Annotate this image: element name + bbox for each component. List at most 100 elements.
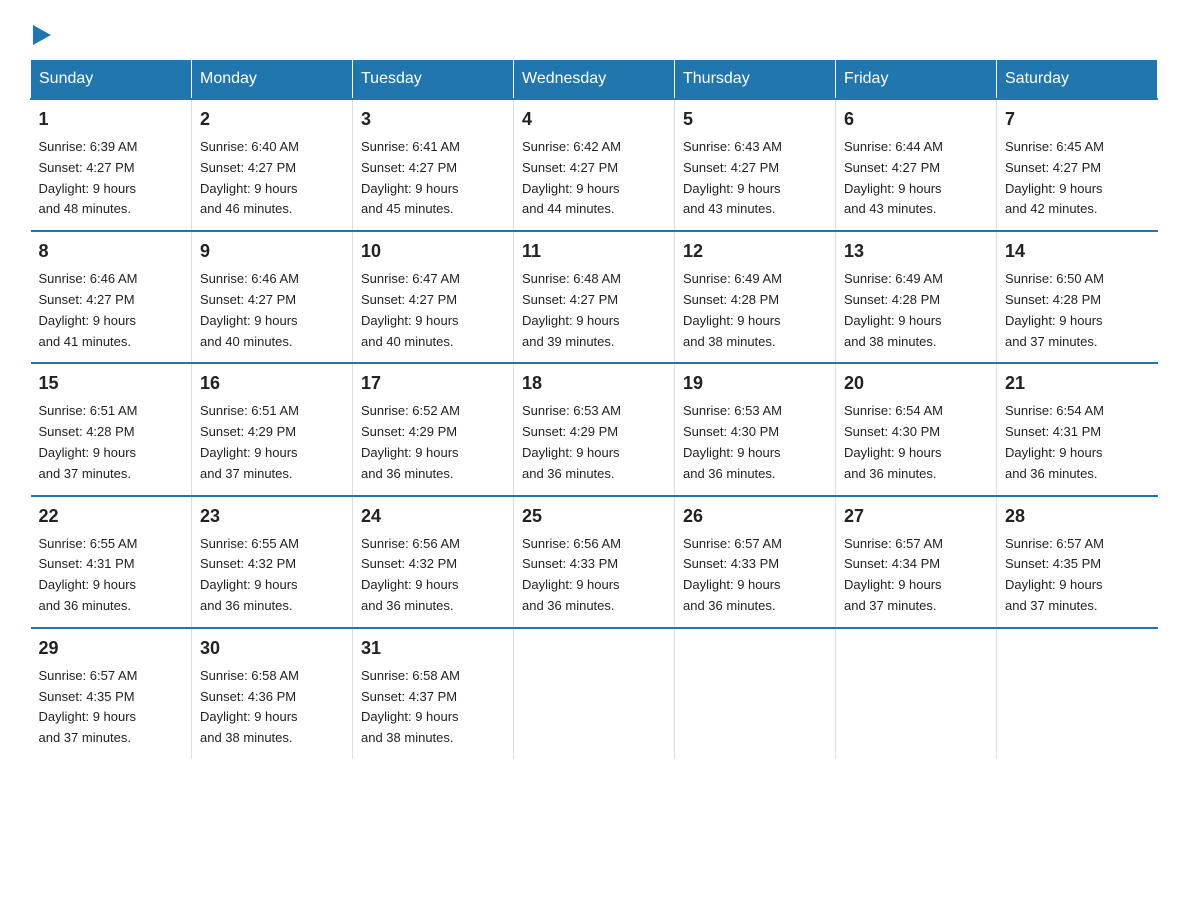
day-info: Sunrise: 6:49 AMSunset: 4:28 PMDaylight:…: [844, 269, 988, 352]
day-info: Sunrise: 6:57 AMSunset: 4:33 PMDaylight:…: [683, 534, 827, 617]
day-number: 26: [683, 503, 827, 530]
day-number: 31: [361, 635, 505, 662]
day-info: Sunrise: 6:51 AMSunset: 4:29 PMDaylight:…: [200, 401, 344, 484]
day-number: 17: [361, 370, 505, 397]
calendar-day-cell: 2Sunrise: 6:40 AMSunset: 4:27 PMDaylight…: [192, 99, 353, 231]
calendar-day-cell: 21 Sunrise: 6:54 AMSunset: 4:31 PMDayligh…: [997, 363, 1158, 495]
day-info: Sunrise: 6:44 AMSunset: 4:27 PMDaylight:…: [844, 137, 988, 220]
calendar-day-cell: 30Sunrise: 6:58 AMSunset: 4:36 PMDayligh…: [192, 628, 353, 759]
calendar-day-cell: 22 Sunrise: 6:55 AMSunset: 4:31 PMDayligh…: [31, 496, 192, 628]
day-number: 23: [200, 503, 344, 530]
calendar-day-cell: 9 Sunrise: 6:46 AMSunset: 4:27 PMDaylight…: [192, 231, 353, 363]
calendar-week-row: 15 Sunrise: 6:51 AMSunset: 4:28 PMDayligh…: [31, 363, 1158, 495]
day-info: Sunrise: 6:53 AMSunset: 4:29 PMDaylight:…: [522, 401, 666, 484]
day-info: Sunrise: 6:48 AMSunset: 4:27 PMDaylight:…: [522, 269, 666, 352]
day-number: 21: [1005, 370, 1150, 397]
day-number: 11: [522, 238, 666, 265]
calendar-day-cell: 28Sunrise: 6:57 AMSunset: 4:35 PMDayligh…: [997, 496, 1158, 628]
calendar-day-cell: 26 Sunrise: 6:57 AMSunset: 4:33 PMDayligh…: [675, 496, 836, 628]
day-info: Sunrise: 6:47 AMSunset: 4:27 PMDaylight:…: [361, 269, 505, 352]
day-number: 6: [844, 106, 988, 133]
calendar-day-cell: [514, 628, 675, 759]
calendar-day-cell: [997, 628, 1158, 759]
day-number: 12: [683, 238, 827, 265]
day-info: Sunrise: 6:45 AMSunset: 4:27 PMDaylight:…: [1005, 137, 1150, 220]
calendar-day-cell: [675, 628, 836, 759]
calendar-day-cell: 27 Sunrise: 6:57 AMSunset: 4:34 PMDayligh…: [836, 496, 997, 628]
day-number: 10: [361, 238, 505, 265]
day-number: 24: [361, 503, 505, 530]
day-info: Sunrise: 6:57 AMSunset: 4:35 PMDaylight:…: [1005, 534, 1150, 617]
day-info: Sunrise: 6:58 AMSunset: 4:36 PMDaylight:…: [200, 666, 344, 749]
day-info: Sunrise: 6:55 AMSunset: 4:32 PMDaylight:…: [200, 534, 344, 617]
day-info: Sunrise: 6:46 AMSunset: 4:27 PMDaylight:…: [39, 269, 184, 352]
day-number: 15: [39, 370, 184, 397]
day-info: Sunrise: 6:50 AMSunset: 4:28 PMDaylight:…: [1005, 269, 1150, 352]
day-number: 18: [522, 370, 666, 397]
calendar-table: SundayMondayTuesdayWednesdayThursdayFrid…: [30, 59, 1158, 759]
calendar-day-cell: 3Sunrise: 6:41 AMSunset: 4:27 PMDaylight…: [353, 99, 514, 231]
calendar-day-cell: 8 Sunrise: 6:46 AMSunset: 4:27 PMDaylight…: [31, 231, 192, 363]
day-number: 14: [1005, 238, 1150, 265]
calendar-day-cell: 31 Sunrise: 6:58 AMSunset: 4:37 PMDayligh…: [353, 628, 514, 759]
calendar-day-cell: 13 Sunrise: 6:49 AMSunset: 4:28 PMDayligh…: [836, 231, 997, 363]
day-info: Sunrise: 6:51 AMSunset: 4:28 PMDaylight:…: [39, 401, 184, 484]
day-info: Sunrise: 6:49 AMSunset: 4:28 PMDaylight:…: [683, 269, 827, 352]
calendar-day-cell: 24 Sunrise: 6:56 AMSunset: 4:32 PMDayligh…: [353, 496, 514, 628]
weekday-header-friday: Friday: [836, 60, 997, 100]
day-info: Sunrise: 6:53 AMSunset: 4:30 PMDaylight:…: [683, 401, 827, 484]
day-info: Sunrise: 6:39 AMSunset: 4:27 PMDaylight:…: [39, 137, 184, 220]
day-number: 19: [683, 370, 827, 397]
calendar-day-cell: 16 Sunrise: 6:51 AMSunset: 4:29 PMDayligh…: [192, 363, 353, 495]
calendar-day-cell: 12 Sunrise: 6:49 AMSunset: 4:28 PMDayligh…: [675, 231, 836, 363]
calendar-day-cell: 4 Sunrise: 6:42 AMSunset: 4:27 PMDaylight…: [514, 99, 675, 231]
day-number: 7: [1005, 106, 1150, 133]
logo: [30, 20, 51, 41]
calendar-week-row: 1Sunrise: 6:39 AMSunset: 4:27 PMDaylight…: [31, 99, 1158, 231]
weekday-header-sunday: Sunday: [31, 60, 192, 100]
day-number: 9: [200, 238, 344, 265]
day-number: 29: [39, 635, 184, 662]
calendar-week-row: 29 Sunrise: 6:57 AMSunset: 4:35 PMDayligh…: [31, 628, 1158, 759]
day-number: 4: [522, 106, 666, 133]
day-number: 13: [844, 238, 988, 265]
calendar-day-cell: 6 Sunrise: 6:44 AMSunset: 4:27 PMDaylight…: [836, 99, 997, 231]
day-info: Sunrise: 6:52 AMSunset: 4:29 PMDaylight:…: [361, 401, 505, 484]
day-info: Sunrise: 6:54 AMSunset: 4:31 PMDaylight:…: [1005, 401, 1150, 484]
day-number: 5: [683, 106, 827, 133]
weekday-header-thursday: Thursday: [675, 60, 836, 100]
day-info: Sunrise: 6:58 AMSunset: 4:37 PMDaylight:…: [361, 666, 505, 749]
day-info: Sunrise: 6:42 AMSunset: 4:27 PMDaylight:…: [522, 137, 666, 220]
calendar-week-row: 8 Sunrise: 6:46 AMSunset: 4:27 PMDaylight…: [31, 231, 1158, 363]
day-info: Sunrise: 6:46 AMSunset: 4:27 PMDaylight:…: [200, 269, 344, 352]
calendar-week-row: 22 Sunrise: 6:55 AMSunset: 4:31 PMDayligh…: [31, 496, 1158, 628]
day-info: Sunrise: 6:55 AMSunset: 4:31 PMDaylight:…: [39, 534, 184, 617]
page-header: [30, 20, 1158, 41]
day-number: 8: [39, 238, 184, 265]
day-info: Sunrise: 6:43 AMSunset: 4:27 PMDaylight:…: [683, 137, 827, 220]
calendar-day-cell: 25Sunrise: 6:56 AMSunset: 4:33 PMDayligh…: [514, 496, 675, 628]
calendar-day-cell: 20 Sunrise: 6:54 AMSunset: 4:30 PMDayligh…: [836, 363, 997, 495]
calendar-day-cell: [836, 628, 997, 759]
day-number: 25: [522, 503, 666, 530]
calendar-header-row: SundayMondayTuesdayWednesdayThursdayFrid…: [31, 60, 1158, 100]
calendar-day-cell: 11 Sunrise: 6:48 AMSunset: 4:27 PMDayligh…: [514, 231, 675, 363]
calendar-day-cell: 1Sunrise: 6:39 AMSunset: 4:27 PMDaylight…: [31, 99, 192, 231]
calendar-day-cell: 19 Sunrise: 6:53 AMSunset: 4:30 PMDayligh…: [675, 363, 836, 495]
day-info: Sunrise: 6:56 AMSunset: 4:32 PMDaylight:…: [361, 534, 505, 617]
weekday-header-saturday: Saturday: [997, 60, 1158, 100]
day-number: 16: [200, 370, 344, 397]
day-info: Sunrise: 6:54 AMSunset: 4:30 PMDaylight:…: [844, 401, 988, 484]
calendar-day-cell: 15 Sunrise: 6:51 AMSunset: 4:28 PMDayligh…: [31, 363, 192, 495]
day-number: 22: [39, 503, 184, 530]
calendar-day-cell: 5 Sunrise: 6:43 AMSunset: 4:27 PMDaylight…: [675, 99, 836, 231]
day-info: Sunrise: 6:57 AMSunset: 4:34 PMDaylight:…: [844, 534, 988, 617]
day-info: Sunrise: 6:57 AMSunset: 4:35 PMDaylight:…: [39, 666, 184, 749]
day-number: 27: [844, 503, 988, 530]
day-number: 3: [361, 106, 505, 133]
calendar-day-cell: 17 Sunrise: 6:52 AMSunset: 4:29 PMDayligh…: [353, 363, 514, 495]
day-number: 2: [200, 106, 344, 133]
day-number: 20: [844, 370, 988, 397]
calendar-day-cell: 10 Sunrise: 6:47 AMSunset: 4:27 PMDayligh…: [353, 231, 514, 363]
logo-arrow-icon: [33, 25, 51, 45]
